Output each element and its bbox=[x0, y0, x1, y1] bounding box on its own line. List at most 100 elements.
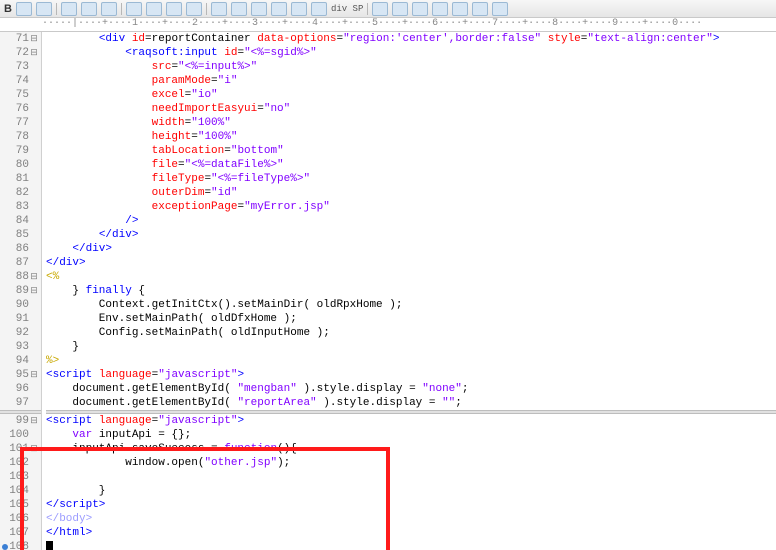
code-line[interactable]: outerDim="id" bbox=[46, 186, 776, 200]
gutter-line[interactable]: 75 bbox=[0, 88, 41, 102]
code-area[interactable]: <div id=reportContainer data-options="re… bbox=[42, 32, 776, 550]
code-line[interactable]: Context.getInitCtx().setMainDir( oldRpxH… bbox=[46, 298, 776, 312]
gutter-line[interactable]: 85 bbox=[0, 228, 41, 242]
toolbar-button[interactable] bbox=[432, 2, 448, 16]
gutter-line[interactable]: 100 bbox=[0, 428, 41, 442]
code-line[interactable]: document.getElementById( "mengban" ).sty… bbox=[46, 382, 776, 396]
toolbar-button[interactable] bbox=[101, 2, 117, 16]
gutter-line[interactable]: 86 bbox=[0, 242, 41, 256]
gutter-line[interactable]: 76 bbox=[0, 102, 41, 116]
gutter-line[interactable]: 99⊟ bbox=[0, 414, 41, 428]
toolbar-button[interactable] bbox=[61, 2, 77, 16]
code-line[interactable]: needImportEasyui="no" bbox=[46, 102, 776, 116]
gutter-line[interactable]: 101⊟ bbox=[0, 442, 41, 456]
code-line[interactable]: file="<%=dataFile%>" bbox=[46, 158, 776, 172]
gutter-line[interactable]: 80 bbox=[0, 158, 41, 172]
gutter-line[interactable]: 107 bbox=[0, 526, 41, 540]
code-line[interactable]: Env.setMainPath( oldDfxHome ); bbox=[46, 312, 776, 326]
gutter-line[interactable]: 77 bbox=[0, 116, 41, 130]
toolbar-button[interactable] bbox=[146, 2, 162, 16]
toolbar-button[interactable] bbox=[126, 2, 142, 16]
gutter-line[interactable]: 95⊟ bbox=[0, 368, 41, 382]
toolbar-button[interactable] bbox=[211, 2, 227, 16]
gutter-line[interactable]: 78 bbox=[0, 130, 41, 144]
gutter-line[interactable]: 74 bbox=[0, 74, 41, 88]
gutter-line[interactable]: 104 bbox=[0, 484, 41, 498]
gutter-line[interactable]: 97 bbox=[0, 396, 41, 410]
gutter-line[interactable]: 94 bbox=[0, 354, 41, 368]
code-line[interactable]: } bbox=[46, 340, 776, 354]
code-line[interactable]: <% bbox=[46, 270, 776, 284]
code-line[interactable]: exceptionPage="myError.jsp" bbox=[46, 200, 776, 214]
code-line[interactable]: </html> bbox=[46, 526, 776, 540]
gutter-line[interactable]: 87 bbox=[0, 256, 41, 270]
toolbar-button[interactable] bbox=[291, 2, 307, 16]
toolbar-button[interactable] bbox=[392, 2, 408, 16]
gutter-line[interactable]: 91 bbox=[0, 312, 41, 326]
code-line[interactable]: <raqsoft:input id="<%=sgid%>" bbox=[46, 46, 776, 60]
gutter-line[interactable]: 79 bbox=[0, 144, 41, 158]
code-line[interactable]: fileType="<%=fileType%>" bbox=[46, 172, 776, 186]
code-line[interactable]: excel="io" bbox=[46, 88, 776, 102]
code-line[interactable]: inputApi.saveSuccess = function(){ bbox=[46, 442, 776, 456]
gutter-line[interactable]: 84 bbox=[0, 214, 41, 228]
toolbar-button[interactable] bbox=[231, 2, 247, 16]
bold-button[interactable]: B bbox=[4, 3, 12, 15]
gutter-line[interactable]: 81 bbox=[0, 172, 41, 186]
toolbar-button[interactable] bbox=[492, 2, 508, 16]
gutter-line[interactable]: 106 bbox=[0, 512, 41, 526]
gutter-line[interactable]: 108 bbox=[0, 540, 41, 550]
code-line[interactable]: } finally { bbox=[46, 284, 776, 298]
gutter-line[interactable]: 102 bbox=[0, 456, 41, 470]
toolbar-button[interactable] bbox=[271, 2, 287, 16]
toolbar-button[interactable] bbox=[412, 2, 428, 16]
code-line[interactable]: document.getElementById( "reportArea" ).… bbox=[46, 396, 776, 410]
gutter-line[interactable]: 89⊟ bbox=[0, 284, 41, 298]
code-line[interactable]: <div id=reportContainer data-options="re… bbox=[46, 32, 776, 46]
code-line[interactable]: Config.setMainPath( oldInputHome ); bbox=[46, 326, 776, 340]
gutter-line[interactable]: 93 bbox=[0, 340, 41, 354]
code-line[interactable] bbox=[46, 540, 776, 550]
gutter-line[interactable]: 72⊟ bbox=[0, 46, 41, 60]
toolbar-button[interactable] bbox=[186, 2, 202, 16]
code-line[interactable]: <script language="javascript"> bbox=[46, 414, 776, 428]
code-line[interactable]: var inputApi = {}; bbox=[46, 428, 776, 442]
toolbar-button[interactable] bbox=[452, 2, 468, 16]
editor[interactable]: 71⊟72⊟73747576777879808182838485868788⊟8… bbox=[0, 32, 776, 550]
code-line[interactable]: <script language="javascript"> bbox=[46, 368, 776, 382]
toolbar-button[interactable] bbox=[36, 2, 52, 16]
code-line[interactable]: width="100%" bbox=[46, 116, 776, 130]
toolbar-button[interactable] bbox=[472, 2, 488, 16]
code-line[interactable]: </div> bbox=[46, 228, 776, 242]
gutter-line[interactable]: 83 bbox=[0, 200, 41, 214]
gutter-line[interactable]: 73 bbox=[0, 60, 41, 74]
toolbar-button[interactable] bbox=[16, 2, 32, 16]
toolbar-button[interactable] bbox=[311, 2, 327, 16]
gutter-line[interactable]: 92 bbox=[0, 326, 41, 340]
toolbar-button[interactable] bbox=[81, 2, 97, 16]
gutter-line[interactable]: 88⊟ bbox=[0, 270, 41, 284]
code-line[interactable]: /> bbox=[46, 214, 776, 228]
code-line[interactable]: </script> bbox=[46, 498, 776, 512]
gutter-line[interactable]: 71⊟ bbox=[0, 32, 41, 46]
code-line[interactable]: </body> bbox=[46, 512, 776, 526]
gutter-line[interactable]: 96 bbox=[0, 382, 41, 396]
code-line[interactable]: </div> bbox=[46, 242, 776, 256]
gutter-line[interactable]: 105 bbox=[0, 498, 41, 512]
code-line[interactable]: %> bbox=[46, 354, 776, 368]
code-line[interactable]: paramMode="i" bbox=[46, 74, 776, 88]
code-line[interactable]: window.open("other.jsp"); bbox=[46, 456, 776, 470]
code-line[interactable]: tabLocation="bottom" bbox=[46, 144, 776, 158]
toolbar-button[interactable] bbox=[166, 2, 182, 16]
code-line[interactable] bbox=[46, 470, 776, 484]
gutter-line[interactable]: 103 bbox=[0, 470, 41, 484]
gutter-line[interactable]: 82 bbox=[0, 186, 41, 200]
code-line[interactable]: src="<%=input%>" bbox=[46, 60, 776, 74]
code-line[interactable]: </div> bbox=[46, 256, 776, 270]
gutter-line[interactable]: 90 bbox=[0, 298, 41, 312]
toolbar-button[interactable] bbox=[251, 2, 267, 16]
gutter[interactable]: 71⊟72⊟73747576777879808182838485868788⊟8… bbox=[0, 32, 42, 550]
code-line[interactable]: height="100%" bbox=[46, 130, 776, 144]
code-line[interactable]: } bbox=[46, 484, 776, 498]
toolbar-button[interactable] bbox=[372, 2, 388, 16]
